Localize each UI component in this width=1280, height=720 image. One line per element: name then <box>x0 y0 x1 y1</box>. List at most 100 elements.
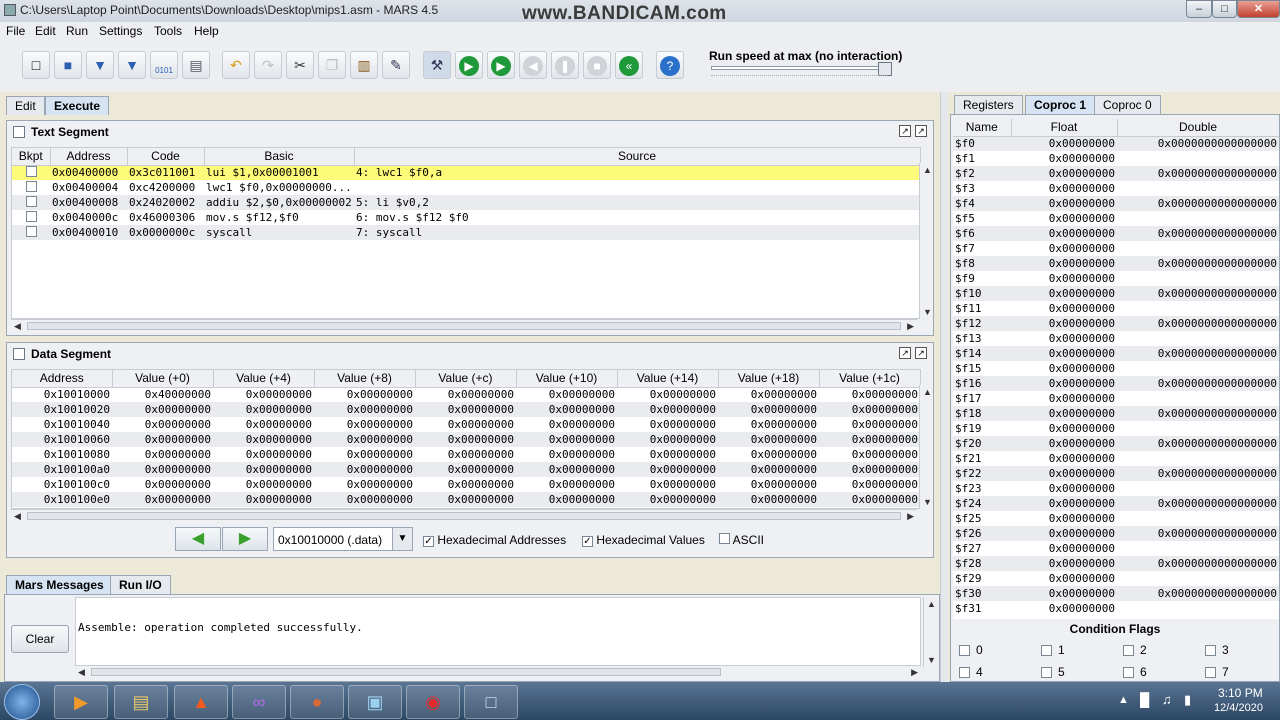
pause-icon[interactable]: ❚ <box>551 51 579 79</box>
data-segment-row[interactable]: 0x10010020 0x00000000 0x00000000 0x00000000… <box>12 402 920 417</box>
register-float[interactable]: 0x00000000 <box>1011 481 1117 496</box>
photo-app-icon[interactable]: ● <box>290 685 344 719</box>
register-float[interactable]: 0x00000000 <box>1011 421 1117 436</box>
col-double[interactable]: Double <box>1117 119 1279 137</box>
data-segment-window-controls[interactable]: ↗ ↗ <box>895 347 927 359</box>
tab-coproc1[interactable]: Coproc 1 <box>1025 95 1096 114</box>
clear-button[interactable]: Clear <box>11 625 69 653</box>
register-double[interactable] <box>1117 601 1279 616</box>
data-cell-value[interactable]: 0x00000000 <box>819 402 920 417</box>
data-cell-value[interactable]: 0x00000000 <box>112 492 213 507</box>
register-double[interactable]: 0x0000000000000000 <box>1117 136 1279 151</box>
undo-icon[interactable]: ↶ <box>222 51 250 79</box>
register-double[interactable]: 0x0000000000000000 <box>1117 256 1279 271</box>
data-cell-value[interactable]: 0x00000000 <box>516 432 617 447</box>
register-row[interactable]: $f18 0x00000000 0x0000000000000000 <box>953 406 1279 421</box>
register-float[interactable]: 0x00000000 <box>1011 571 1117 586</box>
register-float[interactable]: 0x00000000 <box>1011 166 1117 181</box>
breakpoint-checkbox[interactable] <box>12 195 50 210</box>
breakpoint-checkbox[interactable] <box>12 180 50 195</box>
condition-flag-6[interactable]: 6 <box>1123 665 1147 679</box>
menu-settings[interactable]: Settings <box>99 24 142 38</box>
brave-browser-icon[interactable]: ▲ <box>174 685 228 719</box>
register-double[interactable] <box>1117 241 1279 256</box>
register-row[interactable]: $f20 0x00000000 0x0000000000000000 <box>953 436 1279 451</box>
register-double[interactable]: 0x0000000000000000 <box>1117 346 1279 361</box>
data-col-header[interactable]: Value (+10) <box>516 370 618 388</box>
tab-run-io[interactable]: Run I/O <box>110 575 171 594</box>
condition-flag-4[interactable]: 4 <box>959 665 983 679</box>
data-cell-value[interactable]: 0x00000000 <box>314 432 415 447</box>
segment-select[interactable]: 0x10010000 (.data) ▼ <box>273 527 413 551</box>
col-source[interactable]: Source <box>354 148 921 166</box>
register-float[interactable]: 0x00000000 <box>1011 136 1117 151</box>
register-row[interactable]: $f14 0x00000000 0x0000000000000000 <box>953 346 1279 361</box>
register-float[interactable]: 0x00000000 <box>1011 286 1117 301</box>
tab-mars-messages[interactable]: Mars Messages <box>6 575 113 594</box>
data-col-header[interactable]: Value (+0) <box>112 370 214 388</box>
register-float[interactable]: 0x00000000 <box>1011 256 1117 271</box>
data-cell-value[interactable]: 0x00000000 <box>718 417 819 432</box>
register-float[interactable]: 0x00000000 <box>1011 316 1117 331</box>
register-row[interactable]: $f1 0x00000000 <box>953 151 1279 166</box>
text-segment-hscroll[interactable]: ◀ ▶ <box>11 319 917 333</box>
save-icon[interactable]: ▼ <box>86 51 114 79</box>
register-row[interactable]: $f30 0x00000000 0x0000000000000000 <box>953 586 1279 601</box>
splitter[interactable] <box>940 92 948 682</box>
data-cell-value[interactable]: 0x00000000 <box>718 492 819 507</box>
data-col-header[interactable]: Address <box>12 370 113 388</box>
menu-file[interactable]: File <box>6 24 25 38</box>
close-button[interactable]: ✕ <box>1237 0 1280 18</box>
data-col-header[interactable]: Value (+c) <box>415 370 517 388</box>
data-col-header[interactable]: Value (+18) <box>718 370 820 388</box>
register-row[interactable]: $f26 0x00000000 0x0000000000000000 <box>953 526 1279 541</box>
data-cell-value[interactable]: 0x00000000 <box>112 462 213 477</box>
register-row[interactable]: $f16 0x00000000 0x0000000000000000 <box>953 376 1279 391</box>
text-segment-row[interactable]: 0x0040000c 0x46000306 mov.s $f12,$f0 6: mov… <box>12 210 920 225</box>
tab-registers[interactable]: Registers <box>954 95 1023 114</box>
data-cell-value[interactable]: 0x00000000 <box>516 492 617 507</box>
register-double[interactable] <box>1117 571 1279 586</box>
text-segment-row[interactable]: 0x00400010 0x0000000c syscall 7: syscall <box>12 225 920 240</box>
open-icon[interactable]: ■ <box>54 51 82 79</box>
next-page-button[interactable]: ▶ <box>222 527 268 551</box>
register-double[interactable]: 0x0000000000000000 <box>1117 166 1279 181</box>
data-cell-value[interactable]: 0x00000000 <box>617 432 718 447</box>
condition-flag-7[interactable]: 7 <box>1205 665 1229 679</box>
save-as-icon[interactable]: ▼ <box>118 51 146 79</box>
menu-run[interactable]: Run <box>66 24 88 38</box>
data-cell-value[interactable]: 0x00000000 <box>213 387 314 402</box>
register-row[interactable]: $f25 0x00000000 <box>953 511 1279 526</box>
cut-icon[interactable]: ✂ <box>286 51 314 79</box>
maximize-button[interactable]: □ <box>1212 0 1237 18</box>
register-row[interactable]: $f27 0x00000000 <box>953 541 1279 556</box>
breakpoint-checkbox[interactable] <box>12 165 50 180</box>
java-app-icon[interactable]: □ <box>464 685 518 719</box>
data-col-header[interactable]: Value (+8) <box>314 370 416 388</box>
register-row[interactable]: $f19 0x00000000 <box>953 421 1279 436</box>
prev-page-button[interactable]: ◀ <box>175 527 221 551</box>
data-cell-value[interactable]: 0x00000000 <box>314 477 415 492</box>
backstep-icon[interactable]: ◀ <box>519 51 547 79</box>
data-cell-value[interactable]: 0x00000000 <box>415 402 516 417</box>
data-cell-value[interactable]: 0x40000000 <box>112 387 213 402</box>
data-cell-value[interactable]: 0x00000000 <box>819 432 920 447</box>
register-float[interactable]: 0x00000000 <box>1011 511 1117 526</box>
condition-flag-1[interactable]: 1 <box>1041 643 1065 657</box>
redo-icon[interactable]: ↷ <box>254 51 282 79</box>
data-cell-value[interactable]: 0x00000000 <box>617 492 718 507</box>
register-row[interactable]: $f2 0x00000000 0x0000000000000000 <box>953 166 1279 181</box>
hex-values-checkbox[interactable]: ✓ Hexadecimal Values <box>582 533 705 547</box>
col-bkpt[interactable]: Bkpt <box>12 148 51 166</box>
register-float[interactable]: 0x00000000 <box>1011 526 1117 541</box>
data-col-header[interactable]: Value (+4) <box>213 370 315 388</box>
data-cell-value[interactable]: 0x00000000 <box>213 402 314 417</box>
volume-icon[interactable]: ♫ <box>1162 692 1172 707</box>
register-float[interactable]: 0x00000000 <box>1011 556 1117 571</box>
condition-flag-5[interactable]: 5 <box>1041 665 1065 679</box>
register-row[interactable]: $f3 0x00000000 <box>953 181 1279 196</box>
text-segment-row[interactable]: 0x00400008 0x24020002 addiu $2,$0,0x000000… <box>12 195 920 210</box>
data-cell-value[interactable]: 0x00000000 <box>718 387 819 402</box>
data-col-header[interactable]: Value (+1c) <box>819 370 920 388</box>
copy-icon[interactable]: ❐ <box>318 51 346 79</box>
